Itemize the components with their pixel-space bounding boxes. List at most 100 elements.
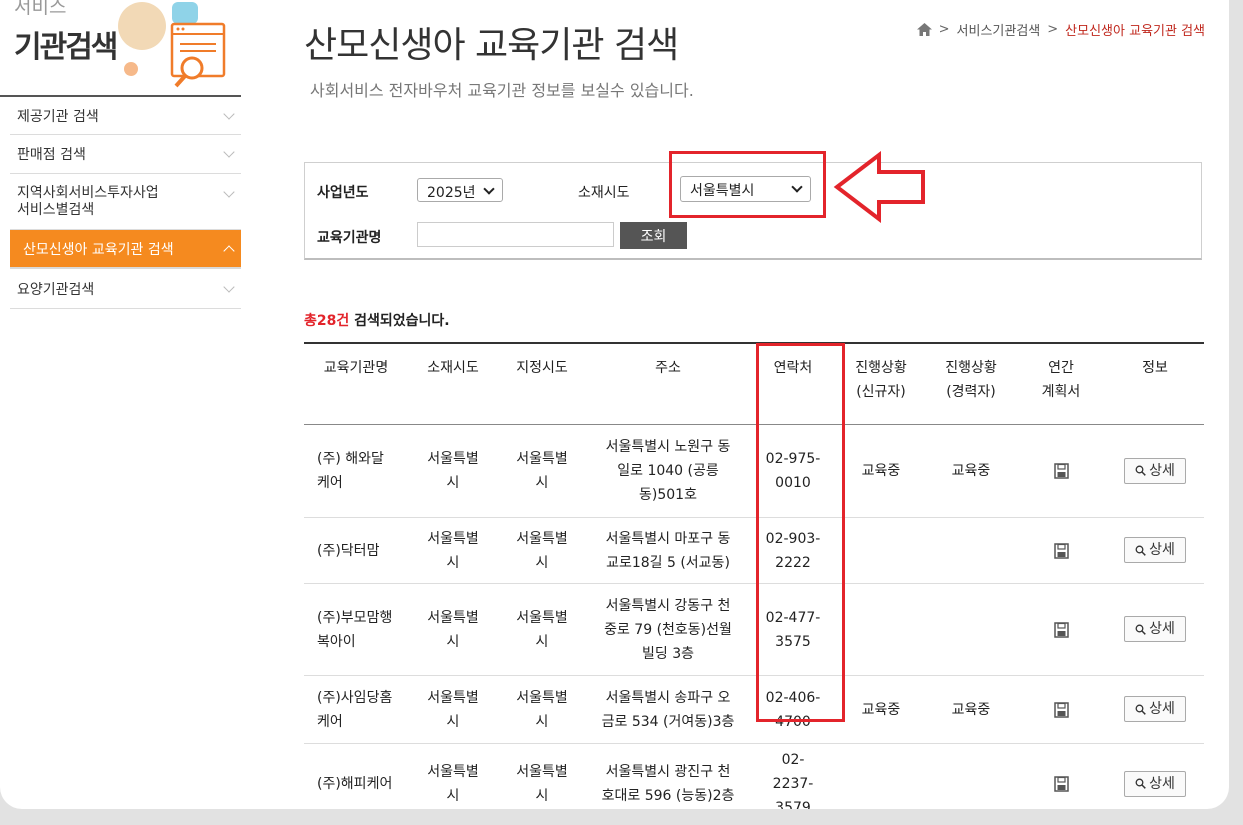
designated-region-cell: 서울특별 시: [498, 424, 586, 518]
result-count-number: 총28건: [304, 313, 350, 329]
status-experienced-cell: [926, 743, 1016, 809]
annual-plan-cell: [1016, 743, 1106, 809]
search-icon: [1135, 465, 1146, 477]
sidebar-item-provider-search[interactable]: 제공기관 검색: [10, 97, 241, 135]
info-cell: 상세: [1106, 583, 1204, 676]
designated-region-cell: 서울특별 시: [498, 743, 586, 809]
chevron-down-icon: [483, 183, 495, 195]
chevron-down-icon: [223, 280, 235, 293]
info-cell: 상세: [1106, 424, 1204, 518]
status-experienced-cell: [926, 583, 1016, 676]
region-label: 소재시도: [578, 185, 630, 201]
highlight-box-contact: [756, 343, 845, 722]
status-experienced-cell: 교육중: [926, 675, 1016, 744]
highlight-box-region: [669, 151, 826, 218]
location-cell: 서울특별 시: [408, 583, 498, 676]
breadcrumb-current[interactable]: 산모신생아 교육기관 검색: [1065, 20, 1205, 39]
page-subtitle: 사회서비스 전자바우처 교육기관 정보를 보실수 있습니다.: [310, 81, 694, 100]
page-title: 산모신생아 교육기관 검색: [304, 25, 679, 66]
year-select[interactable]: 2025년: [417, 178, 503, 202]
designated-region-cell: 서울특별 시: [498, 517, 586, 584]
save-icon[interactable]: [1053, 621, 1069, 638]
search-icon: [1135, 778, 1146, 790]
institution-name-cell: (주)해피케어: [304, 743, 408, 809]
location-cell: 서울특별 시: [408, 743, 498, 809]
save-icon[interactable]: [1053, 542, 1069, 559]
detail-button-label: 상세: [1149, 775, 1175, 792]
sidebar-item-label: 산모신생아 교육기관 검색: [23, 241, 174, 258]
table-row: (주)사임당홈 케어 서울특별 시 서울특별 시 서울특별시 송파구 오 금로 534…: [304, 675, 1204, 744]
column-header: 진행상황 (경력자): [926, 342, 1016, 425]
sidebar-menu: 제공기관 검색 판매점 검색 지역사회서비스투자사업 서비스별검색 산모신생아 …: [10, 97, 241, 309]
sidebar-item-care-facility-search[interactable]: 요양기관검색: [10, 269, 241, 309]
institution-name-input[interactable]: [417, 222, 614, 247]
sidebar-header: 서비스 기관검색: [0, 0, 241, 97]
annual-plan-cell: [1016, 424, 1106, 518]
detail-button[interactable]: 상세: [1124, 457, 1186, 484]
table-row: (주)닥터맘 서울특별 시 서울특별 시 서울특별시 마포구 동 교로18길 5 (서…: [304, 517, 1204, 584]
address-cell: 서울특별시 강동구 천 중로 79 (천호동)선월 빌딩 3층: [586, 583, 750, 676]
save-icon[interactable]: [1053, 463, 1069, 479]
sidebar-item-label: 지역사회서비스투자사업 서비스별검색: [17, 184, 159, 218]
sidebar-item-store-search[interactable]: 판매점 검색: [10, 135, 241, 174]
location-cell: 서울특별 시: [408, 424, 498, 518]
year-label: 사업년도: [317, 185, 369, 201]
column-header: 지정시도: [498, 342, 586, 425]
column-header: 연간 계획서: [1016, 342, 1106, 425]
decoration-circle: [118, 2, 166, 50]
left-arrow-icon: [833, 151, 925, 223]
column-header: 교육기관명: [304, 342, 408, 425]
sidebar-item-label: 제공기관 검색: [17, 108, 99, 125]
detail-button[interactable]: 상세: [1124, 616, 1186, 643]
status-new-cell: [836, 583, 926, 676]
detail-button-label: 상세: [1149, 462, 1175, 479]
home-icon[interactable]: [916, 23, 932, 36]
breadcrumb-item[interactable]: 서비스기관검색: [957, 20, 1041, 39]
detail-button[interactable]: 상세: [1124, 770, 1186, 797]
decoration-dot: [124, 62, 138, 76]
status-experienced-cell: 교육중: [926, 424, 1016, 518]
chevron-down-icon: [223, 146, 235, 158]
search-icon: [1135, 704, 1146, 715]
document-search-icon: [170, 22, 226, 88]
year-select-value: 2025년: [427, 185, 476, 201]
name-label: 교육기관명: [317, 230, 382, 246]
address-cell: 서울특별시 마포구 동 교로18길 5 (서교동): [586, 517, 750, 584]
save-icon[interactable]: [1053, 776, 1069, 792]
breadcrumb: > 서비스기관검색 > 산모신생아 교육기관 검색: [916, 20, 1205, 39]
status-new-cell: 교육중: [836, 424, 926, 518]
detail-button[interactable]: 상세: [1124, 696, 1186, 723]
address-cell: 서울특별시 광진구 천 호대로 596 (능동)2층: [586, 743, 750, 809]
status-experienced-cell: [926, 517, 1016, 584]
chevron-down-icon: [223, 186, 235, 198]
detail-button-label: 상세: [1149, 621, 1175, 638]
save-icon[interactable]: [1053, 701, 1069, 718]
sidebar-item-maternal-education-search[interactable]: 산모신생아 교육기관 검색: [10, 230, 241, 269]
institution-name-cell: (주)사임당홈 케어: [304, 675, 408, 744]
info-cell: 상세: [1106, 675, 1204, 744]
chevron-up-icon: [223, 244, 235, 257]
sidebar-item-community-service-search[interactable]: 지역사회서비스투자사업 서비스별검색: [10, 174, 241, 230]
annual-plan-cell: [1016, 675, 1106, 744]
address-cell: 서울특별시 송파구 오 금로 534 (거여동)3층: [586, 675, 750, 744]
result-count-text: 검색되었습니다.: [349, 313, 450, 329]
status-new-cell: 교육중: [836, 675, 926, 744]
address-cell: 서울특별시 노원구 동 일로 1040 (공릉 동)501호: [586, 424, 750, 518]
sidebar-subtitle: 서비스: [14, 0, 67, 18]
table-header-row: 교육기관명 소재시도 지정시도 주소 연락처 진행상황 (신규자) 진행상황 (…: [304, 342, 1204, 425]
location-cell: 서울특별 시: [408, 517, 498, 584]
page-frame: 서비스 기관검색 제공기관 검색 판매점 검색 지역사회서비스투자사업 서비스별…: [0, 0, 1229, 809]
column-header: 정보: [1106, 342, 1204, 425]
detail-button-label: 상세: [1149, 542, 1175, 559]
column-header: 주소: [586, 342, 750, 425]
annual-plan-cell: [1016, 517, 1106, 584]
institution-name-cell: (주)닥터맘: [304, 517, 408, 584]
chevron-down-icon: [223, 107, 235, 120]
designated-region-cell: 서울특별 시: [498, 583, 586, 676]
query-button[interactable]: 조회: [620, 222, 687, 249]
sidebar-item-label: 요양기관검색: [17, 281, 95, 298]
breadcrumb-separator-icon: >: [1047, 22, 1059, 37]
result-count: 총28건 검색되었습니다.: [304, 310, 450, 330]
breadcrumb-separator-icon: >: [938, 22, 950, 37]
detail-button[interactable]: 상세: [1124, 537, 1186, 564]
